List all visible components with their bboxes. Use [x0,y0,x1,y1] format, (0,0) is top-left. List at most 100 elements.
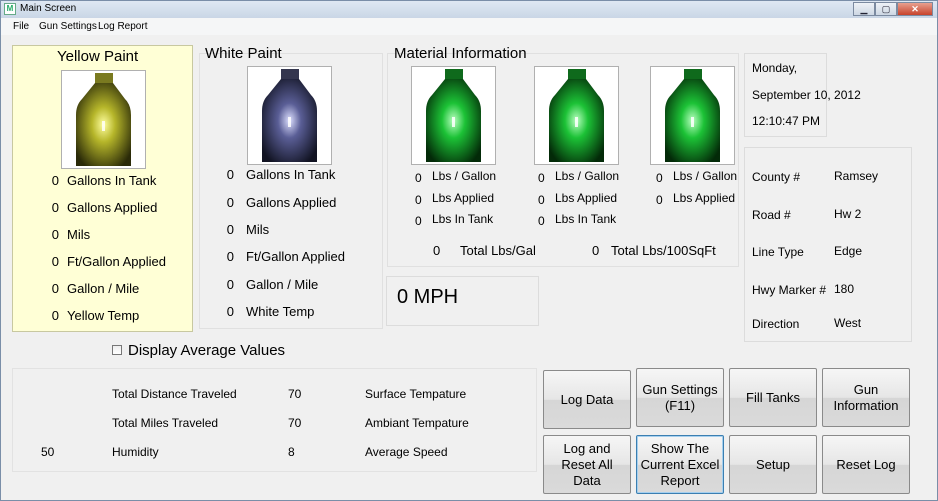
bin3-lbs-gallon-label: Lbs / Gallon [673,169,738,183]
white-gallon-mile-label: Gallon / Mile [246,277,319,292]
show-excel-report-button[interactable]: Show The Current Excel Report [636,435,724,494]
total-distance-value: 70 [288,387,302,401]
white-mils-value: 0 [226,222,234,237]
direction-label: Direction [752,317,800,331]
menu-file[interactable]: File [13,21,29,32]
log-reset-button[interactable]: Log and Reset All Data [543,435,631,494]
line-type-value: Edge [834,244,863,258]
total-miles-label: Total Miles Traveled [112,416,219,430]
bin3-lbs-applied-label: Lbs Applied [673,191,736,205]
yellow-gallon-mile-value: 0 [51,281,59,296]
close-icon[interactable]: ✕ [897,2,933,16]
yellow-temp-label: Yellow Temp [67,308,140,323]
white-gallon-mile-value: 0 [226,277,234,292]
yellow-temp-value: 0 [51,308,59,323]
white-temp-label: White Temp [246,304,315,319]
title-bar[interactable]: M Main Screen ▁ ▢ ✕ [1,1,937,18]
hwy-marker-value: 180 [834,282,855,296]
total-lbs-gal-value: 0 [433,243,441,258]
average-speed-label: Average Speed [365,445,448,459]
display-average-checkbox[interactable] [112,345,122,355]
reset-log-button[interactable]: Reset Log [822,435,910,494]
white-mils-label: Mils [246,222,270,237]
gun-information-button[interactable]: Gun Information [822,368,910,427]
material-bin-2-image [534,66,619,165]
white-gallons-applied-label: Gallons Applied [246,195,337,210]
yellow-ft-gallon-label: Ft/Gallon Applied [67,254,167,269]
white-gallons-applied-value: 0 [226,195,234,210]
white-temp-value: 0 [226,304,234,319]
day-text: Monday, [752,61,798,75]
total-miles-value: 70 [288,416,302,430]
bin1-lbs-in-tank-label: Lbs In Tank [432,212,494,226]
bin1-lbs-applied-label: Lbs Applied [432,191,495,205]
surface-temp-label: Surface Tempature [365,387,467,401]
bin1-lbs-in-tank-value: 0 [415,214,422,228]
bin2-lbs-gallon-value: 0 [538,171,545,185]
app-icon: M [4,3,16,15]
road-value: Hw 2 [834,207,862,221]
road-label: Road # [752,208,791,222]
yellow-mils-value: 0 [51,227,59,242]
material-bin-1-image [411,66,496,165]
bin1-lbs-gallon-label: Lbs / Gallon [432,169,497,183]
hwy-marker-label: Hwy Marker # [752,283,827,297]
date-text: September 10, 2012 [752,88,861,102]
yellow-gallons-in-tank-value: 0 [51,173,59,188]
minimize-icon[interactable]: ▁ [853,2,875,16]
total-lbs-sqft-value: 0 [592,243,600,258]
white-paint-title: White Paint [205,45,282,62]
line-type-label: Line Type [752,245,804,259]
window-title: Main Screen [20,3,77,14]
bin2-lbs-in-tank-label: Lbs In Tank [555,212,617,226]
maximize-icon[interactable]: ▢ [875,2,897,16]
time-text: 12:10:47 PM [752,114,821,128]
display-average-label[interactable]: Display Average Values [128,342,285,359]
bin2-lbs-gallon-label: Lbs / Gallon [555,169,620,183]
material-info-title: Material Information [394,45,527,62]
setup-button[interactable]: Setup [729,435,817,494]
yellow-gallon-mile-label: Gallon / Mile [67,281,140,296]
white-gallons-in-tank-value: 0 [226,167,234,182]
gun-settings-button[interactable]: Gun Settings (F11) [636,368,724,427]
bin3-lbs-applied-value: 0 [656,193,663,207]
speed-panel: 0 MPH [386,276,539,326]
county-value: Ramsey [834,169,879,183]
yellow-gallons-applied-value: 0 [51,200,59,215]
yellow-paint-panel: Yellow Paint 0 Gallons In Tank 0 Gallons… [12,45,193,332]
white-ft-gallon-value: 0 [226,249,234,264]
window-controls: ▁ ▢ ✕ [853,2,933,16]
bin3-lbs-gallon-value: 0 [656,171,663,185]
yellow-paint-title: Yellow Paint [57,48,139,65]
average-speed-value: 8 [288,445,295,459]
material-bin-3-image [650,66,735,165]
bin2-lbs-in-tank-value: 0 [538,214,545,228]
humidity-label: Humidity [112,445,159,459]
humidity-value: 50 [41,445,55,459]
bin1-lbs-applied-value: 0 [415,193,422,207]
fill-tanks-button[interactable]: Fill Tanks [729,368,817,427]
yellow-tank-image [61,70,146,169]
menu-gun-settings[interactable]: Gun Settings [39,21,97,32]
menu-bar: File Gun Settings Log Report [1,18,937,35]
white-ft-gallon-label: Ft/Gallon Applied [246,249,346,264]
county-label: County # [752,170,801,184]
yellow-gallons-in-tank-label: Gallons In Tank [67,173,157,188]
bin2-lbs-applied-value: 0 [538,193,545,207]
main-window: M Main Screen ▁ ▢ ✕ File Gun Settings Lo… [0,0,938,501]
direction-value: West [834,316,862,330]
white-gallons-in-tank-label: Gallons In Tank [246,167,336,182]
total-distance-label: Total Distance Traveled [112,387,237,401]
yellow-gallons-applied-label: Gallons Applied [67,200,158,215]
bin1-lbs-gallon-value: 0 [415,171,422,185]
yellow-ft-gallon-value: 0 [51,254,59,269]
speed-readout: 0 MPH [397,286,459,308]
yellow-mils-label: Mils [67,227,91,242]
ambient-temp-label: Ambiant Tempature [365,416,469,430]
white-tank-image [247,66,332,165]
total-lbs-sqft-label: Total Lbs/100SqFt [611,243,716,258]
bin2-lbs-applied-label: Lbs Applied [555,191,618,205]
menu-log-report[interactable]: Log Report [98,21,147,32]
log-data-button[interactable]: Log Data [543,370,631,429]
total-lbs-gal-label: Total Lbs/Gal [460,243,536,258]
